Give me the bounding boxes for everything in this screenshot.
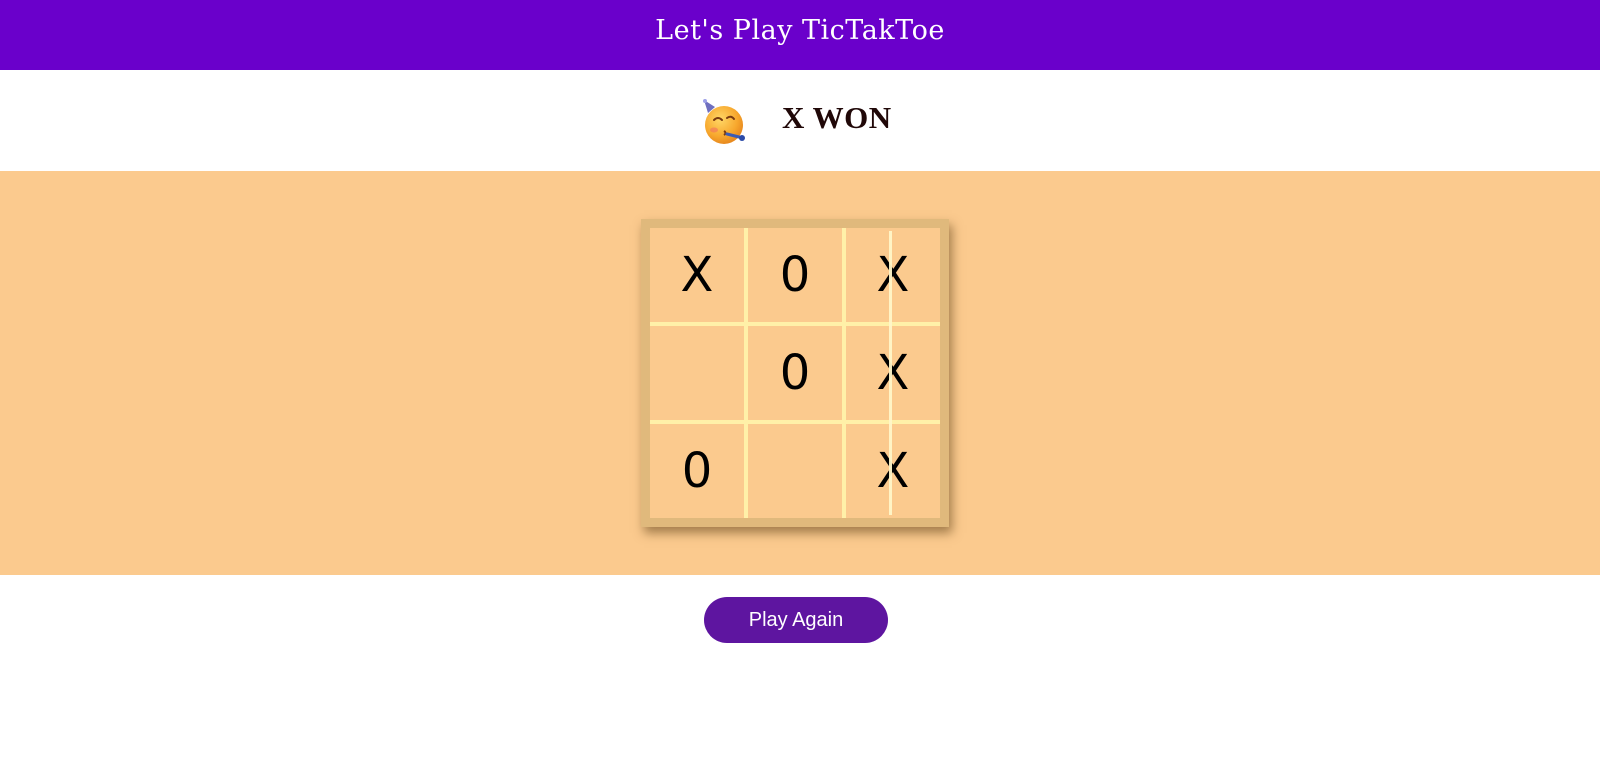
app-header: Let's Play TicTakToe — [0, 0, 1600, 70]
game-status: X WON — [0, 70, 1600, 171]
board-grid: X 0 X 0 X 0 X — [650, 228, 940, 518]
winning-line — [889, 231, 892, 515]
cell-2-3[interactable]: X — [846, 326, 940, 420]
cell-2-2[interactable]: 0 — [748, 326, 842, 420]
page-title: Let's Play TicTakToe — [655, 14, 945, 46]
cell-mark: 0 — [681, 443, 713, 499]
cell-mark: X — [876, 247, 910, 303]
cell-1-1[interactable]: X — [650, 228, 744, 322]
cell-1-3[interactable]: X — [846, 228, 940, 322]
cell-1-2[interactable]: 0 — [748, 228, 842, 322]
status-text: X WON — [782, 100, 892, 135]
partying-face-icon — [703, 99, 745, 144]
cell-mark: X — [876, 345, 910, 401]
footer: Play Again — [0, 575, 1600, 774]
cell-3-2[interactable] — [748, 424, 842, 518]
play-again-button[interactable]: Play Again — [704, 597, 888, 643]
cell-mark: 0 — [779, 247, 811, 303]
cell-2-1[interactable] — [650, 326, 744, 420]
game-board: X 0 X 0 X 0 X — [641, 219, 949, 527]
cell-mark: X — [876, 443, 910, 499]
cell-3-3[interactable]: X — [846, 424, 940, 518]
board-area: X 0 X 0 X 0 X — [0, 171, 1600, 575]
cell-mark: X — [680, 247, 714, 303]
cell-mark: 0 — [779, 345, 811, 401]
cell-3-1[interactable]: 0 — [650, 424, 744, 518]
